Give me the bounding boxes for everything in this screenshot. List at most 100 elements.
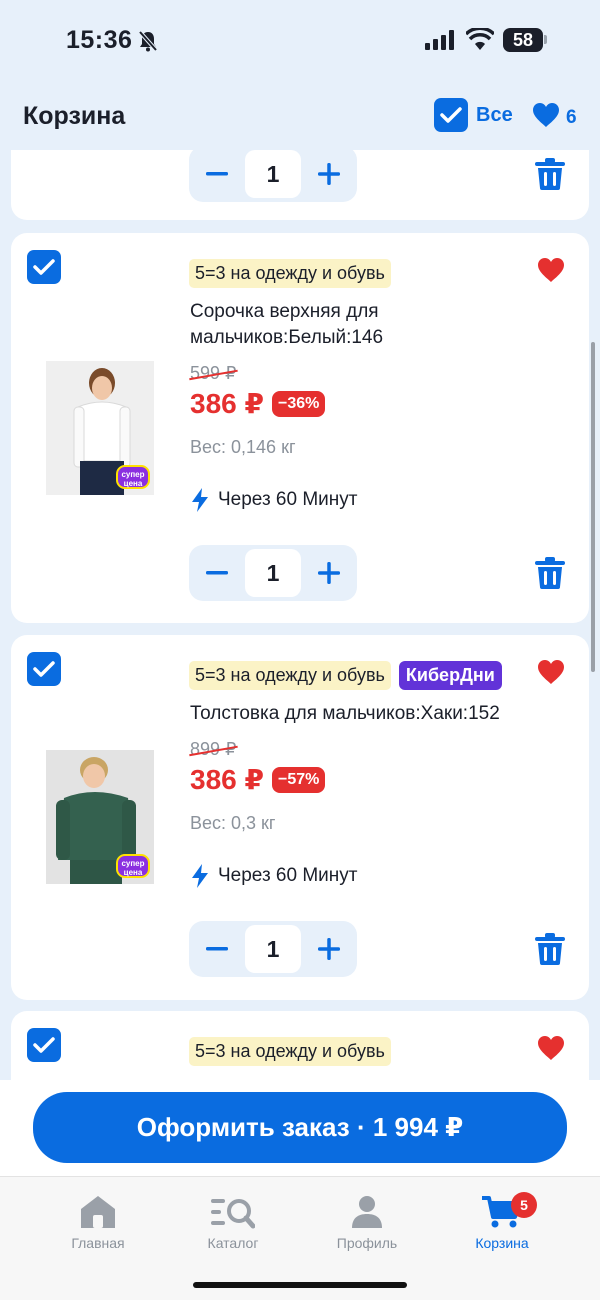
delete-button[interactable] — [535, 158, 565, 195]
plus-icon — [318, 562, 340, 584]
trash-icon — [535, 557, 565, 589]
super-price-badge: супер цена — [116, 854, 150, 878]
battery-cap — [544, 35, 547, 44]
tab-label: Корзина — [475, 1235, 529, 1251]
home-indicator — [193, 1282, 407, 1288]
price-row: 386 ₽ −36% — [190, 387, 326, 420]
delivery-info: Через 60 Минут — [190, 488, 358, 512]
bell-muted-icon — [138, 30, 158, 57]
checkout-button[interactable]: Оформить заказ · 1 994 ₽ — [33, 1092, 567, 1163]
price: 386 ₽ — [190, 388, 264, 419]
wifi-icon — [464, 26, 496, 55]
favorites-button[interactable]: 6 — [532, 102, 577, 133]
product-image[interactable]: супер цена — [46, 750, 154, 884]
promo-badges: 5=3 на одежду и обувь — [189, 1037, 391, 1066]
old-price: 899 ₽ — [190, 739, 237, 759]
scrollbar[interactable] — [591, 342, 595, 672]
product-image[interactable]: супер цена — [46, 361, 154, 495]
increase-button[interactable] — [301, 921, 357, 977]
promo-badge[interactable]: 5=3 на одежду и обувь — [189, 1037, 391, 1066]
decrease-button[interactable] — [189, 150, 245, 202]
minus-icon — [206, 947, 228, 951]
cart-item: 5=3 на одежду и обувь — [11, 1011, 589, 1080]
page-title: Корзина — [23, 102, 126, 130]
cart-item: 5=3 на одежду и обувь КиберДни Толстовка… — [11, 635, 589, 1000]
trash-icon — [535, 933, 565, 965]
tab-cart[interactable]: 5 Корзина — [447, 1192, 557, 1251]
price: 386 ₽ — [190, 764, 264, 795]
weight: Вес: 0,146 кг — [190, 437, 296, 457]
tab-label: Главная — [71, 1235, 125, 1251]
increase-button[interactable] — [301, 150, 357, 202]
plus-icon — [318, 938, 340, 960]
promo-badges: 5=3 на одежду и обувь КиберДни — [189, 661, 502, 690]
weight: Вес: 0,3 кг — [190, 813, 276, 833]
super-price-badge: супер цена — [116, 465, 150, 489]
delivery-text: Через 60 Минут — [218, 489, 358, 510]
header: Корзина Все 6 — [0, 80, 600, 150]
cyber-days-badge[interactable]: КиберДни — [398, 661, 502, 690]
status-bar: 15:36 58 — [0, 0, 600, 80]
discount-badge: −36% — [271, 390, 326, 417]
cart-item-previous: 1 — [11, 150, 589, 220]
favorite-button[interactable] — [537, 1035, 565, 1066]
tab-label: Каталог — [207, 1235, 259, 1251]
checkbox-checked-icon — [33, 661, 55, 677]
item-checkbox[interactable] — [27, 652, 61, 686]
quantity-stepper: 1 — [189, 545, 357, 601]
promo-badges: 5=3 на одежду и обувь — [189, 259, 391, 288]
heart-filled-icon — [538, 660, 564, 684]
old-price: 599 ₽ — [190, 363, 237, 383]
lightning-icon — [192, 488, 208, 512]
heart-filled-icon — [538, 258, 564, 282]
checkbox-checked-icon — [33, 1037, 55, 1053]
quantity-stepper: 1 — [189, 921, 357, 977]
minus-icon — [206, 571, 228, 575]
decrease-button[interactable] — [189, 545, 245, 601]
profile-icon — [352, 1196, 382, 1228]
select-all-label: Все — [476, 103, 513, 126]
tab-label: Профиль — [336, 1235, 398, 1251]
promo-badge[interactable]: 5=3 на одежду и обувь — [189, 259, 391, 288]
product-name[interactable]: Сорочка верхняя для мальчиков:Белый:146 — [190, 299, 520, 351]
favorite-button[interactable] — [537, 257, 565, 288]
heart-filled-icon — [538, 1036, 564, 1060]
select-all-toggle[interactable]: Все — [434, 98, 513, 132]
favorites-count: 6 — [566, 106, 577, 128]
signal-icon — [425, 30, 457, 55]
quantity-stepper: 1 — [189, 150, 357, 202]
checkout-area: Оформить заказ · 1 994 ₽ — [0, 1080, 600, 1176]
product-name[interactable]: Толстовка для мальчиков:Хаки:152 — [190, 701, 520, 727]
lightning-icon — [192, 864, 208, 888]
tab-home[interactable]: Главная — [43, 1195, 153, 1251]
battery-icon: 58 — [503, 28, 543, 52]
cart-list[interactable]: 1 5=3 на одежду и обувь Сорочка верхняя … — [0, 150, 600, 1080]
delivery-text: Через 60 Минут — [218, 865, 358, 886]
favorite-button[interactable] — [537, 659, 565, 690]
price-row: 386 ₽ −57% — [190, 763, 326, 796]
item-checkbox[interactable] — [27, 250, 61, 284]
discount-badge: −57% — [271, 766, 326, 793]
item-checkbox[interactable] — [27, 1028, 61, 1062]
tab-profile[interactable]: Профиль — [312, 1195, 422, 1251]
status-time: 15:36 — [66, 26, 133, 54]
checkbox-checked-icon — [434, 98, 468, 132]
delete-button[interactable] — [535, 933, 565, 970]
quantity-value[interactable]: 1 — [245, 150, 301, 198]
trash-icon — [535, 158, 565, 194]
checkbox-checked-icon — [33, 259, 55, 275]
decrease-button[interactable] — [189, 921, 245, 977]
increase-button[interactable] — [301, 545, 357, 601]
cart-count-badge: 5 — [511, 1192, 537, 1218]
heart-icon — [532, 102, 560, 133]
battery-level: 58 — [512, 29, 534, 50]
quantity-value[interactable]: 1 — [245, 549, 301, 597]
tab-catalog[interactable]: Каталог — [178, 1195, 288, 1251]
quantity-value[interactable]: 1 — [245, 925, 301, 973]
home-icon — [81, 1196, 115, 1228]
catalog-search-icon — [211, 1199, 255, 1229]
delete-button[interactable] — [535, 557, 565, 594]
delivery-info: Через 60 Минут — [190, 864, 358, 888]
cart-item: 5=3 на одежду и обувь Сорочка верхняя дл… — [11, 233, 589, 623]
promo-badge[interactable]: 5=3 на одежду и обувь — [189, 661, 391, 690]
